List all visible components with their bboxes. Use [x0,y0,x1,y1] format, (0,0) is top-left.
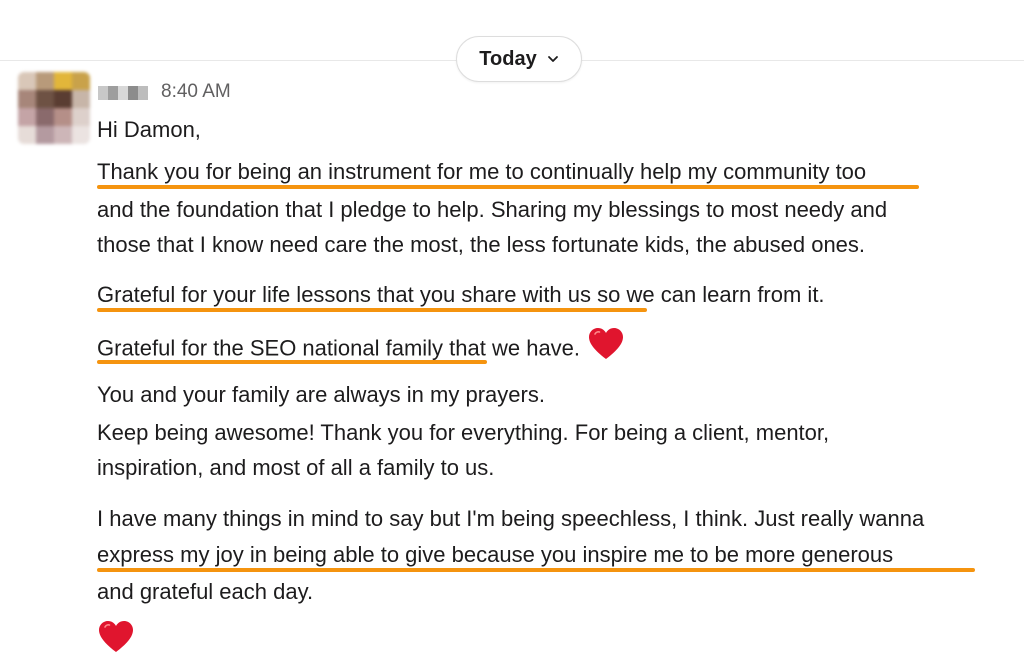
highlight-underline [97,308,647,312]
chevron-down-icon [547,55,559,63]
avatar[interactable] [18,72,90,144]
date-label: Today [479,47,537,70]
message-line: those that I know need care the most, th… [97,232,866,257]
message-line-with-emoji: Grateful for the SEO national family tha… [97,327,624,372]
message-greeting: Hi Damon, [97,117,201,142]
date-divider-button[interactable]: Today [456,36,582,82]
message-line: and grateful each day. [97,579,314,604]
heart-emoji [588,327,624,372]
highlight-underline [97,185,919,189]
highlight-underline [97,360,487,364]
heart-emoji [98,620,134,659]
message-line: Keep being awesome! Thank you for everyt… [97,420,830,445]
sender-name-redacted[interactable] [98,86,148,100]
message-line: inspiration, and most of all a family to… [97,455,495,480]
message-line: I have many things in mind to say but I'… [97,506,925,531]
message-line: You and your family are always in my pra… [97,382,545,407]
message-line: Grateful for the SEO national family tha… [97,335,581,361]
highlight-underline [97,568,975,572]
message-line: and the foundation that I pledge to help… [97,197,888,222]
message-timestamp[interactable]: 8:40 AM [161,81,231,103]
